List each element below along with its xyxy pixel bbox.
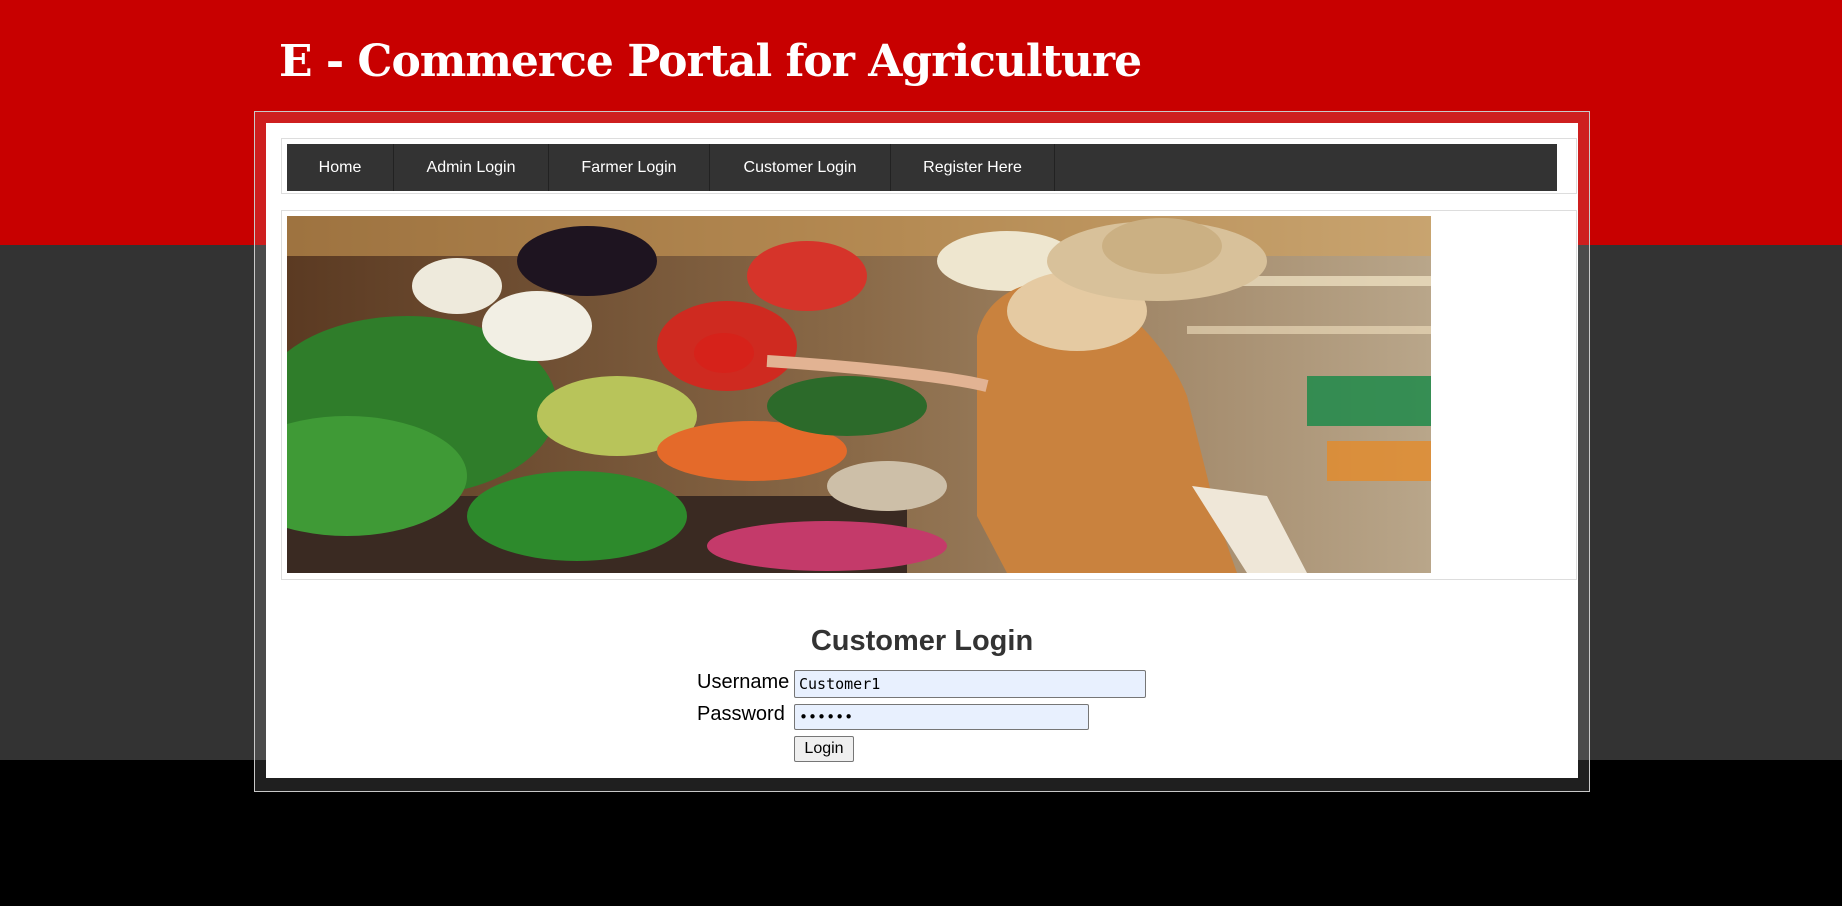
main-panel: Home Admin Login Farmer Login Customer L… [266, 123, 1578, 778]
banner-image [287, 216, 1431, 573]
market-scene-graphic [287, 216, 1431, 573]
nav-admin-login[interactable]: Admin Login [394, 144, 549, 191]
navbar: Home Admin Login Farmer Login Customer L… [287, 144, 1557, 191]
banner-container [281, 210, 1577, 580]
username-label: Username [697, 671, 790, 693]
nav-register-here[interactable]: Register Here [891, 144, 1055, 191]
login-title: Customer Login [810, 625, 1034, 657]
password-label: Password [697, 703, 785, 725]
username-input[interactable]: Customer1 [794, 670, 1146, 698]
nav-farmer-login[interactable]: Farmer Login [549, 144, 710, 191]
navbar-container: Home Admin Login Farmer Login Customer L… [281, 138, 1577, 194]
nav-home[interactable]: Home [287, 144, 394, 191]
nav-customer-login[interactable]: Customer Login [710, 144, 891, 191]
site-title: E - Commerce Portal for Agriculture [279, 36, 1142, 87]
password-input[interactable]: •••••• [794, 704, 1089, 730]
login-button[interactable]: Login [794, 736, 854, 762]
